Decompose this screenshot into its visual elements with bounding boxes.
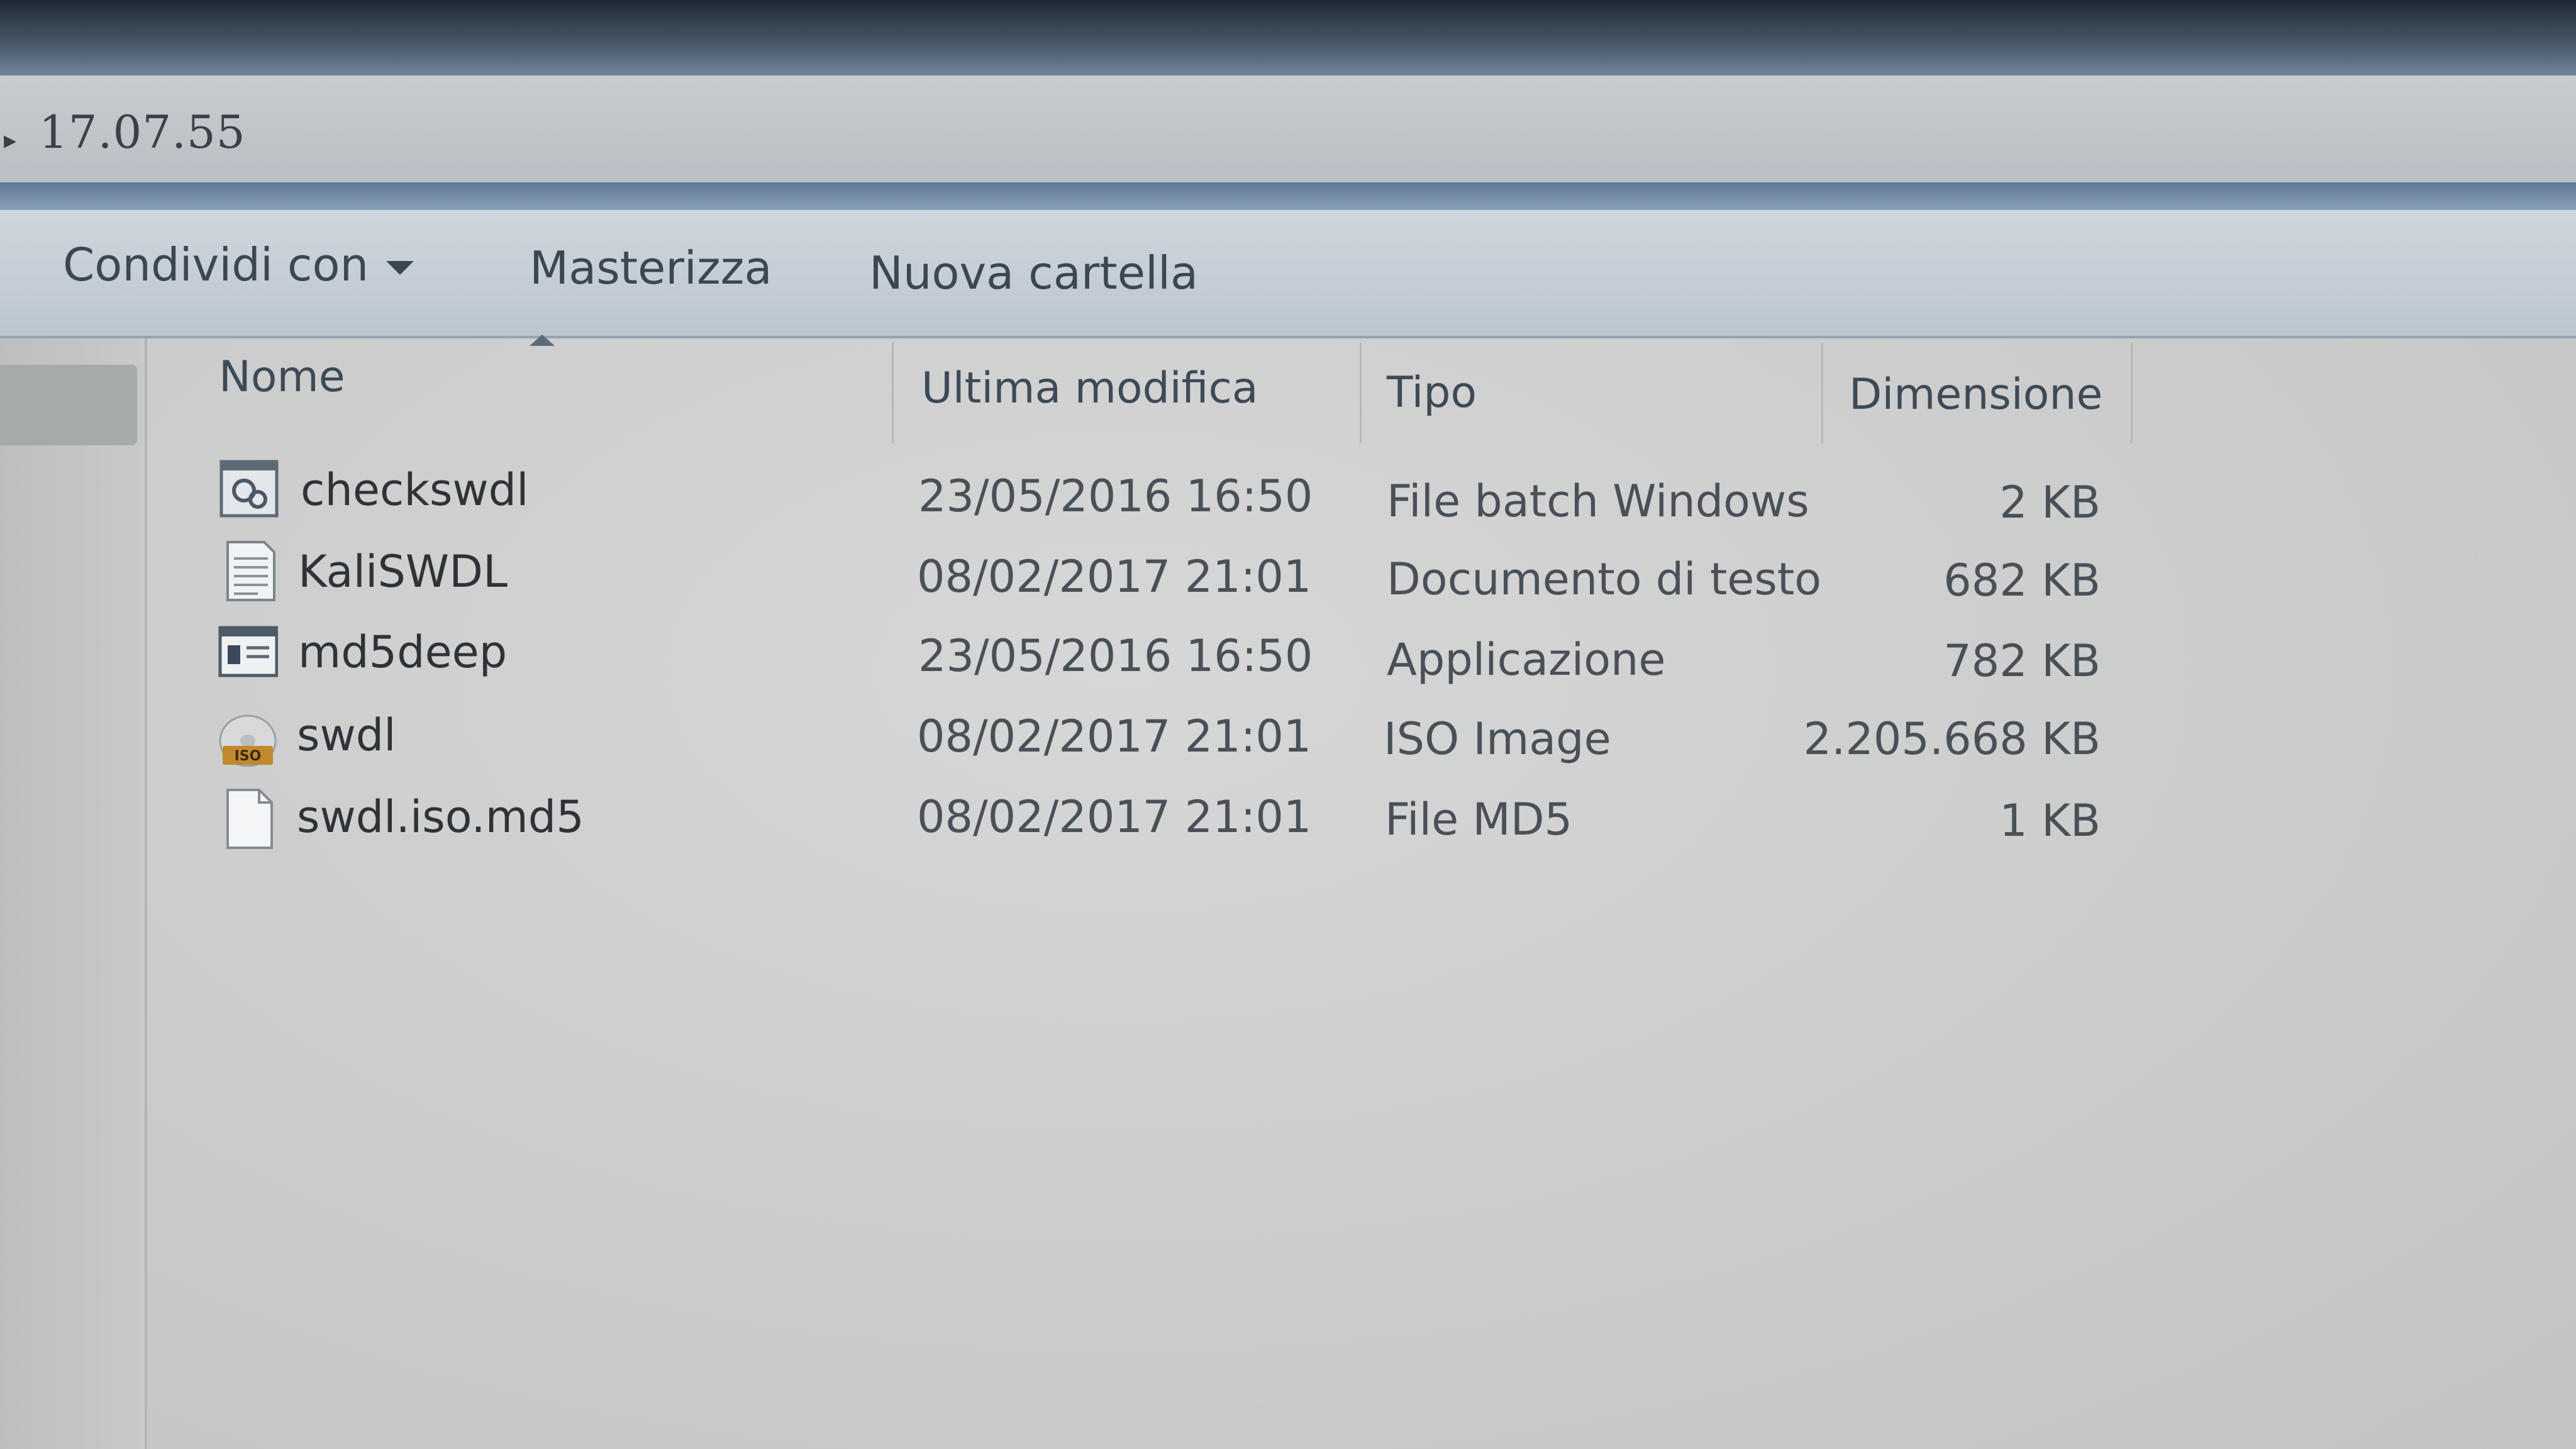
breadcrumb-current-folder[interactable]: 17.07.55 — [39, 106, 246, 158]
file-name: md5deep — [298, 626, 508, 678]
command-bar: Condividi con Masterizza Nuova cartella — [0, 210, 2576, 338]
file-type: ISO Image — [1384, 713, 1611, 765]
application-icon — [218, 626, 278, 677]
share-with-button[interactable]: Condividi con — [63, 238, 414, 291]
file-size: 2 KB — [1999, 477, 2101, 528]
column-header-modified[interactable]: Ultima modifica — [921, 364, 1258, 413]
window-top-edge — [0, 0, 2576, 75]
column-divider[interactable] — [892, 343, 894, 443]
file-name: checkswdl — [301, 464, 529, 516]
text-document-icon — [226, 541, 275, 601]
file-name: KaliSWDL — [298, 546, 508, 597]
file-size: 2.205.668 KB — [1803, 713, 2101, 765]
chevron-down-icon — [386, 261, 414, 275]
blank-file-icon — [226, 789, 273, 849]
file-modified: 23/05/2016 16:50 — [918, 630, 1313, 682]
breadcrumb-arrow-icon[interactable]: ▸ — [4, 126, 16, 155]
file-modified: 08/02/2017 21:01 — [917, 711, 1312, 762]
batch-file-icon — [219, 460, 279, 518]
column-header-type[interactable]: Tipo — [1387, 368, 1477, 418]
burn-button[interactable]: Masterizza — [530, 242, 772, 294]
file-name: swdl.iso.md5 — [297, 791, 584, 843]
file-modified: 08/02/2017 21:01 — [917, 791, 1312, 843]
file-size: 682 KB — [1943, 555, 2101, 606]
file-row[interactable]: swdl.iso.md5 08/02/2017 21:01 File MD5 1… — [0, 785, 2576, 865]
file-row[interactable]: KaliSWDL 08/02/2017 21:01 Documento di t… — [0, 540, 2576, 620]
sort-ascending-icon — [530, 335, 555, 346]
column-header-size[interactable]: Dimensione — [1849, 370, 2102, 419]
toolbar-top-border — [0, 182, 2576, 210]
file-row[interactable]: md5deep 23/05/2016 16:50 Applicazione 78… — [0, 621, 2576, 702]
new-folder-button[interactable]: Nuova cartella — [869, 247, 1198, 299]
file-size: 1 KB — [1999, 795, 2101, 847]
column-header-name[interactable]: Nome — [219, 352, 345, 402]
navigation-pane-selected-item[interactable] — [0, 365, 137, 445]
file-modified: 23/05/2016 16:50 — [918, 470, 1313, 522]
column-divider[interactable] — [2131, 343, 2133, 443]
file-row[interactable]: checkswdl 23/05/2016 16:50 File batch Wi… — [0, 458, 2576, 538]
iso-disc-icon: ISO — [219, 714, 277, 767]
share-with-label: Condividi con — [63, 238, 369, 291]
address-bar[interactable] — [0, 75, 2576, 186]
file-type: Applicazione — [1387, 634, 1666, 686]
svg-text:ISO: ISO — [235, 748, 262, 764]
file-name: swdl — [297, 709, 396, 761]
file-modified: 08/02/2017 21:01 — [917, 551, 1312, 602]
column-divider[interactable] — [1360, 343, 1362, 443]
file-size: 782 KB — [1943, 635, 2101, 687]
file-type: File MD5 — [1385, 794, 1573, 845]
column-divider[interactable] — [1821, 343, 1823, 443]
file-row[interactable]: ISO swdl 08/02/2017 21:01 ISO Image 2.20… — [0, 703, 2576, 784]
